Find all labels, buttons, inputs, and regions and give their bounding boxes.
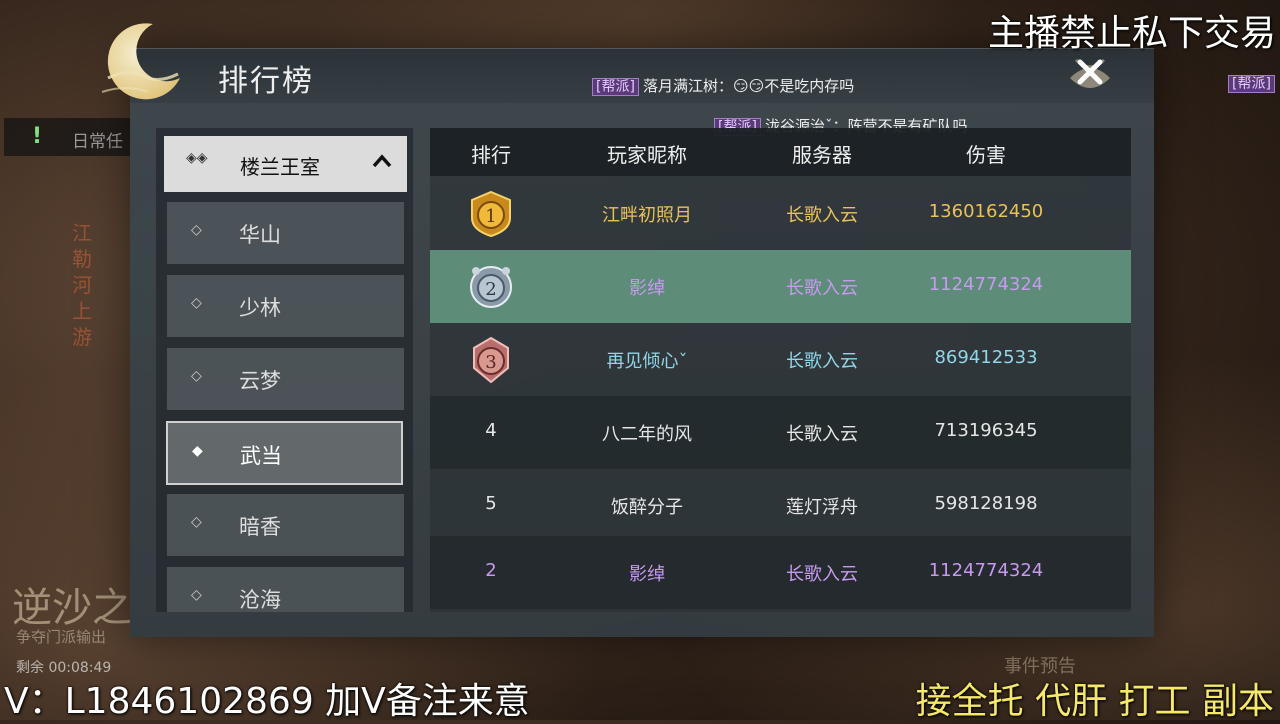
table-row[interactable]: 1 江畔初照月 长歌入云 1360162450: [430, 177, 1131, 250]
damage-value: 1124774324: [928, 274, 1044, 295]
diamond-icon: ◇: [191, 514, 202, 530]
stream-notice-top: 主播禁止私下交易: [987, 13, 1276, 54]
faction-item-label: 少林: [239, 296, 281, 320]
moon-icon: [101, 23, 180, 100]
guild-chat-message: [帮派] 落月满江树：😏😏不是吃内存吗: [592, 75, 854, 96]
event-title: 逆沙之: [12, 585, 132, 631]
category-header-label: 楼兰王室: [240, 155, 320, 179]
server-name: 长歌入云: [786, 205, 858, 226]
table-row[interactable]: 5 饭醉分子 莲灯浮舟 598128198: [430, 469, 1131, 542]
faction-item-label: 沧海: [239, 588, 281, 612]
server-name: 莲灯浮舟: [786, 497, 858, 518]
server-name: 长歌入云: [786, 564, 858, 585]
diamond-filled-icon: ◆: [192, 443, 203, 459]
faction-item-huashan[interactable]: ◇ 华山: [167, 202, 404, 264]
player-name: 八二年的风: [602, 424, 692, 445]
column-header-name: 玩家昵称: [607, 143, 687, 167]
medal-rank-text: 1: [485, 206, 496, 227]
player-name: 影绰: [629, 564, 665, 585]
table-row[interactable]: 4 八二年的风 长歌入云 713196345: [430, 396, 1131, 469]
panel-title: 排行榜: [218, 64, 314, 99]
silver-medal-icon: 2: [470, 266, 512, 308]
damage-value: 869412533: [934, 347, 1038, 368]
column-header-server: 服务器: [792, 143, 852, 167]
column-header-rank: 排行: [471, 143, 511, 167]
daily-quest-label: 日常任: [72, 132, 123, 152]
daily-quest-tab[interactable]: ! 日常任: [4, 118, 132, 156]
faction-item-label: 暗香: [239, 515, 281, 539]
server-name: 长歌入云: [786, 424, 858, 445]
player-name: 饭醉分子: [611, 497, 683, 518]
guild-tag: [帮派]: [1228, 75, 1275, 93]
diamond-icon: ◇: [191, 295, 202, 311]
faction-item-shaolin[interactable]: ◇ 少林: [167, 275, 404, 337]
my-rank-row: 2 影绰 长歌入云 1124774324: [430, 536, 1131, 609]
faction-item-canghai[interactable]: ◇ 沧海: [167, 567, 404, 612]
server-name: 长歌入云: [786, 278, 858, 299]
double-diamond-icon: ◈◈: [186, 150, 208, 166]
guild-tag: [帮派]: [592, 78, 639, 96]
ranking-table: 排行 玩家昵称 服务器 伤害 1 江畔初照月 长歌入云 1360162450 2…: [430, 128, 1131, 612]
table-header: 排行 玩家昵称 服务器 伤害: [430, 128, 1131, 176]
table-row[interactable]: 3 再见倾心ˇ 长歌入云 869412533: [430, 323, 1131, 396]
map-location-label: 江勒河上游: [72, 221, 92, 349]
faction-item-label: 武当: [240, 444, 282, 468]
chat-text: 落月满江树：😏😏不是吃内存吗: [642, 77, 855, 95]
faction-item-label: 云梦: [239, 369, 281, 393]
damage-value: 598128198: [934, 493, 1038, 514]
category-header-loulan[interactable]: ◈◈ 楼兰王室: [164, 136, 407, 192]
player-name: 影绰: [629, 278, 665, 299]
stream-contact-text: V：L1846102869 加V备注来意: [4, 681, 530, 722]
bronze-medal-icon: 3: [473, 336, 509, 384]
player-name: 再见倾心ˇ: [606, 351, 688, 372]
column-header-damage: 伤害: [966, 143, 1006, 167]
server-name: 长歌入云: [786, 351, 858, 372]
chevron-up-icon[interactable]: [370, 150, 394, 174]
medal-rank-text: 2: [485, 279, 496, 300]
faction-item-anxiang[interactable]: ◇ 暗香: [167, 494, 404, 556]
table-row[interactable]: 2 影绰 长歌入云 1124774324: [430, 250, 1131, 323]
rank-value: 5: [485, 493, 497, 514]
rank-value: 2: [485, 560, 497, 581]
faction-item-wudang[interactable]: ◆ 武当: [166, 421, 403, 485]
medal-rank-text: 3: [485, 352, 496, 373]
diamond-icon: ◇: [191, 587, 202, 603]
faction-list: ◈◈ 楼兰王室 ◇ 华山 ◇ 少林 ◇ 云梦 ◆ 武当 ◇ 暗香 ◇ 沧海: [156, 128, 413, 612]
faction-item-yunmeng[interactable]: ◇ 云梦: [167, 348, 404, 410]
event-subtitle: 争夺门派输出: [16, 628, 107, 646]
guild-chat-message: [帮派]: [1228, 73, 1279, 93]
diamond-icon: ◇: [191, 368, 202, 384]
diamond-icon: ◇: [191, 222, 202, 238]
damage-value: 1360162450: [928, 201, 1044, 222]
faction-item-label: 华山: [239, 223, 281, 247]
gold-medal-icon: 1: [471, 190, 511, 238]
player-name: 江畔初照月: [602, 205, 692, 226]
stream-services-text: 接全托 代肝 打工 副本: [915, 681, 1274, 722]
rank-value: 4: [485, 420, 497, 441]
damage-value: 1124774324: [928, 560, 1044, 581]
exclamation-icon: !: [32, 124, 43, 149]
damage-value: 713196345: [934, 420, 1038, 441]
